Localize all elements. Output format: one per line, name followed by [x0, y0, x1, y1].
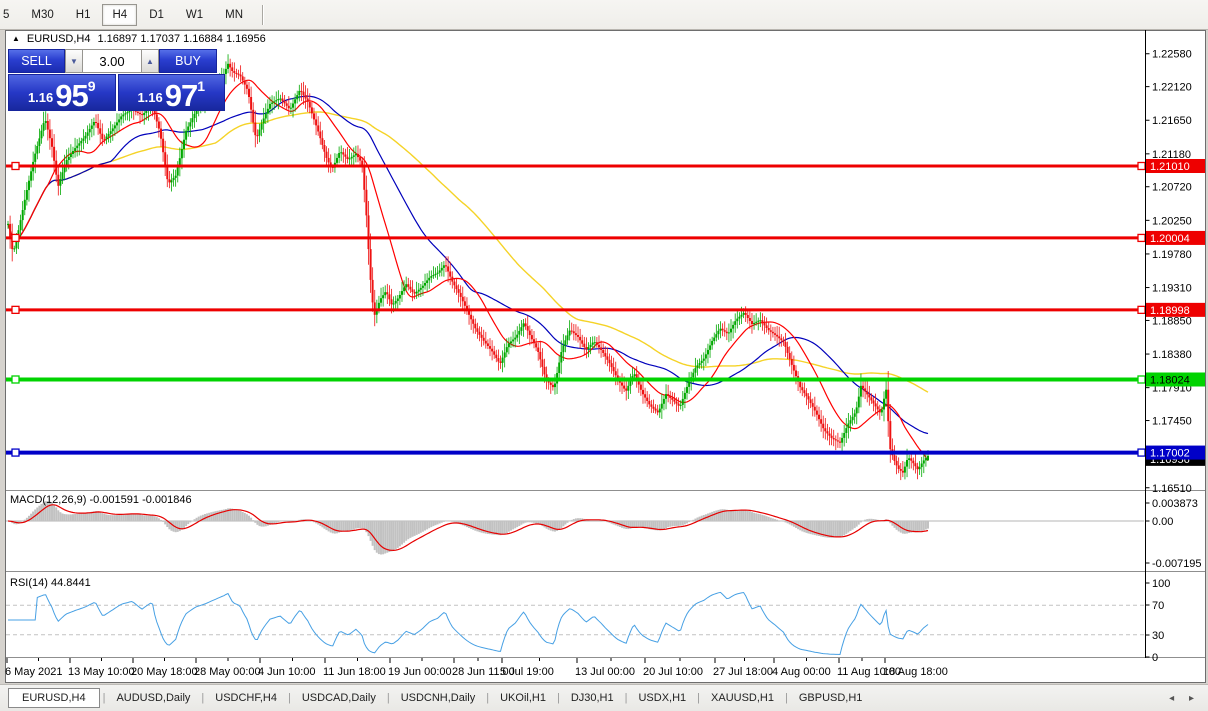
- timeframe-button-d1[interactable]: D1: [139, 4, 174, 26]
- sell-price-prefix: 1.16: [27, 90, 54, 105]
- hline-handle[interactable]: [1137, 448, 1146, 457]
- timeframe-button-w1[interactable]: W1: [176, 4, 213, 26]
- time-axis-label: 6 May 2021: [5, 666, 62, 678]
- time-axis-label: 11 Jun 18:00: [323, 666, 386, 678]
- chart-tab-eurusd[interactable]: EURUSD,H4: [8, 688, 100, 708]
- chart-tab-gbpusd[interactable]: GBPUSD,H1: [789, 689, 873, 707]
- chart-symbol-label: EURUSD,H4: [26, 33, 91, 45]
- chart-tab-dj30[interactable]: DJ30,H1: [561, 689, 624, 707]
- hline-handle[interactable]: [1137, 161, 1146, 171]
- volume-input[interactable]: [83, 49, 141, 73]
- time-axis-label: 13 Jul 00:00: [575, 666, 635, 678]
- price-axis-label: 1.21650: [1152, 115, 1192, 127]
- buy-price-prefix: 1.16: [137, 90, 163, 105]
- time-axis-label: 28 May 00:00: [194, 666, 261, 678]
- mt4-terminal: { "toolbar": { "timeframes": ["5","M30",…: [0, 0, 1208, 711]
- timeframe-button-mn[interactable]: MN: [215, 4, 253, 26]
- hline-handle[interactable]: [11, 448, 20, 457]
- chart-tab-usdcad[interactable]: USDCAD,Daily: [292, 689, 386, 707]
- time-axis-label: 18 Aug 18:00: [883, 666, 948, 678]
- chart-title: ▲ EURUSD,H4 1.16897 1.17037 1.16884 1.1695…: [12, 33, 266, 45]
- volume-increase-button[interactable]: ▲: [141, 49, 159, 73]
- hline-price-text: 1.17002: [1150, 448, 1190, 460]
- hline-handle[interactable]: [1137, 375, 1146, 384]
- price-axis-label: 1.20720: [1152, 182, 1192, 194]
- hline-price-text: 1.18024: [1150, 374, 1190, 386]
- price-axis-label: 1.20250: [1152, 215, 1192, 227]
- time-axis-label: 4 Aug 00:00: [772, 666, 831, 678]
- rsi-axis-label: 30: [1152, 630, 1164, 642]
- time-axis-label: 13 May 10:00: [68, 666, 135, 678]
- hline-price-text: 1.18998: [1150, 305, 1190, 317]
- buy-button[interactable]: BUY: [159, 49, 217, 73]
- price-axis-label: 1.18850: [1152, 315, 1192, 327]
- hline-handle[interactable]: [1137, 233, 1146, 243]
- chart-tab-audusd[interactable]: AUDUSD,Daily: [106, 689, 200, 707]
- chart-tabs-bar: EURUSD,H4 | AUDUSD,Daily | USDCHF,H4 | USDCAD,…: [0, 684, 1208, 711]
- rsi-label: RSI(14) 44.8441: [10, 577, 91, 589]
- chart-tab-usdchf[interactable]: USDCHF,H4: [205, 689, 287, 707]
- price-axis-label: 1.22580: [1152, 49, 1192, 61]
- time-axis-label: 19 Jun 00:00: [388, 666, 452, 678]
- sell-price-big: 95: [55, 77, 88, 113]
- timeframe-toolbar: 5 M30 H1 H4 D1 W1 MN: [0, 0, 1208, 30]
- volume-decrease-button[interactable]: ▼: [65, 49, 83, 73]
- hline-price-text: 1.21010: [1150, 161, 1190, 173]
- price-axis-label: 1.22120: [1152, 82, 1192, 94]
- buy-price-pip: 1: [197, 78, 206, 94]
- price-axis-label: 1.19310: [1152, 283, 1192, 295]
- chart-tab-usdcnh[interactable]: USDCNH,Daily: [391, 689, 486, 707]
- timeframe-button-5[interactable]: 5: [0, 4, 19, 26]
- macd-label: MACD(12,26,9) -0.001591 -0.001846: [10, 494, 192, 506]
- tab-scroll-arrows[interactable]: ◂ ▸: [1169, 693, 1200, 704]
- chart-ohlc-values: 1.16897 1.17037 1.16884 1.16956: [97, 33, 266, 45]
- time-axis-label: 4 Jun 10:00: [258, 666, 316, 678]
- buy-price-big: 97: [164, 77, 198, 113]
- sell-button[interactable]: SELL: [8, 49, 65, 73]
- chart-tab-usdx[interactable]: USDX,H1: [628, 689, 696, 707]
- buy-price-box[interactable]: 1.16 97 1: [117, 74, 225, 113]
- rsi-axis-label: 100: [1152, 578, 1170, 590]
- rsi-axis-label: 0: [1152, 652, 1158, 664]
- rsi-axis-label: 70: [1152, 600, 1164, 612]
- price-axis-label: 1.16510: [1152, 483, 1192, 495]
- timeframe-button-h4[interactable]: H4: [102, 3, 138, 26]
- hline-handle[interactable]: [11, 375, 20, 384]
- time-axis-label: 5 Jul 19:00: [500, 666, 554, 678]
- macd-axis-label: 0.003873: [1152, 498, 1198, 510]
- hline-price-text: 1.20004: [1150, 233, 1190, 245]
- hline-handle[interactable]: [1137, 305, 1146, 315]
- one-click-trading-panel: SELL ▼ ▲ BUY 1.16 95 9 1.16 97 1: [8, 49, 225, 111]
- time-axis-label: 20 May 18:00: [131, 666, 198, 678]
- timeframe-button-m30[interactable]: M30: [21, 4, 63, 26]
- chart-tab-ukoil[interactable]: UKOil,H1: [490, 689, 556, 707]
- hline-handle[interactable]: [11, 233, 20, 243]
- price-axis-label: 1.19780: [1152, 249, 1192, 261]
- hline-handle[interactable]: [11, 161, 20, 171]
- time-axis-label: 20 Jul 10:00: [643, 666, 703, 678]
- macd-axis-label: -0.007195: [1152, 558, 1202, 570]
- hline-handle[interactable]: [11, 305, 20, 315]
- price-axis-label: 1.18380: [1152, 349, 1192, 361]
- price-axis-label: 1.17450: [1152, 416, 1192, 428]
- toolbar-separator: [262, 4, 265, 25]
- sell-price-pip: 9: [87, 78, 96, 94]
- collapse-panel-icon[interactable]: ▲: [12, 34, 20, 43]
- sell-price-box[interactable]: 1.16 95 9: [8, 74, 116, 111]
- time-axis-label: 27 Jul 18:00: [713, 666, 773, 678]
- chart-tab-xauusd[interactable]: XAUUSD,H1: [701, 689, 784, 707]
- timeframe-button-h1[interactable]: H1: [66, 4, 101, 26]
- macd-axis-label: 0.00: [1152, 516, 1173, 528]
